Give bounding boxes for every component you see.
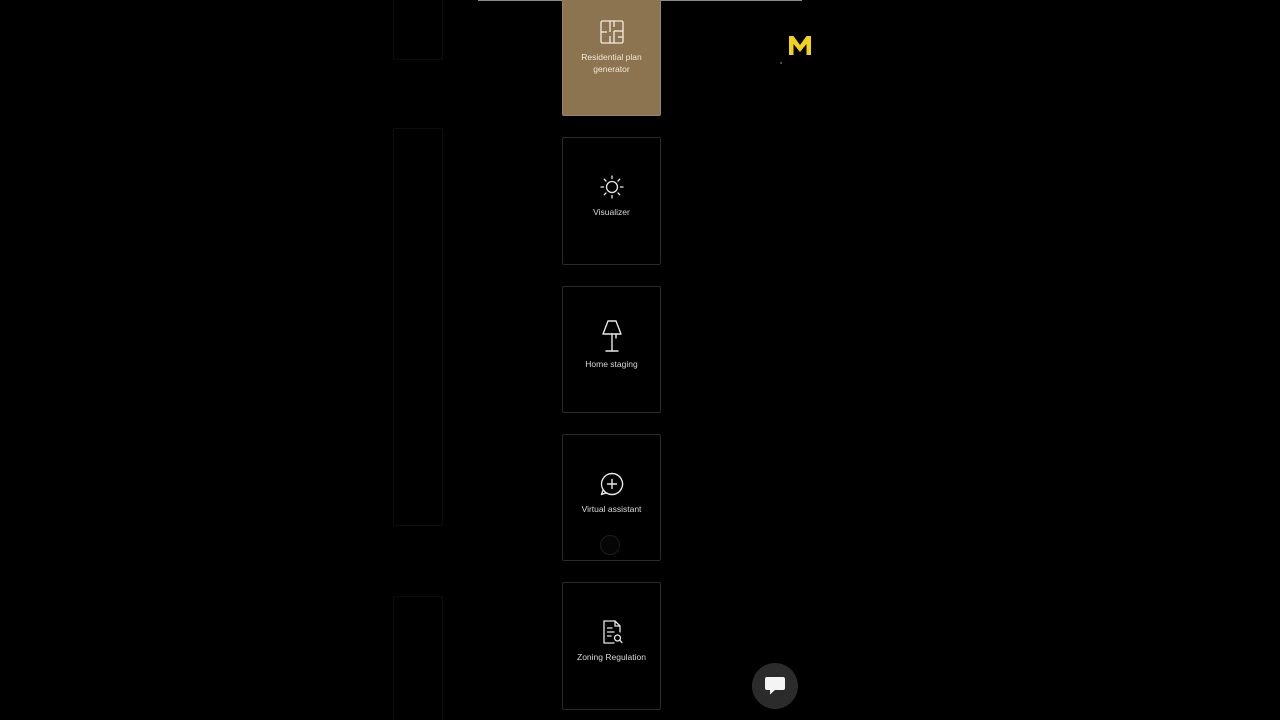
tool-card-visualizer[interactable]: Visualizer xyxy=(562,137,661,265)
tool-label: Home staging xyxy=(585,359,638,369)
m-logo-icon xyxy=(789,36,811,55)
chat-plus-icon xyxy=(599,471,625,497)
background-panel xyxy=(393,596,443,720)
tool-card-home-staging[interactable]: Home staging xyxy=(562,286,661,413)
background-panel xyxy=(393,128,443,526)
background-panel xyxy=(393,0,443,60)
brand-logo[interactable] xyxy=(788,33,812,57)
tool-label: Residential plan generator xyxy=(581,52,642,74)
tool-card-residential-plan-generator[interactable]: Residential plan generator xyxy=(562,0,661,116)
document-search-icon xyxy=(599,619,625,645)
tool-label: Virtual assistant xyxy=(581,504,642,514)
app-stage: Residential plan generator Visualizer Ho… xyxy=(0,0,1280,720)
chat-widget-button[interactable] xyxy=(752,663,798,709)
sun-icon xyxy=(599,174,625,200)
chat-bubble-icon xyxy=(765,677,785,695)
loading-spinner xyxy=(600,535,620,555)
tool-label: Visualizer xyxy=(593,207,630,217)
tool-label: Zoning Regulation xyxy=(577,652,646,662)
cursor-dot xyxy=(780,62,782,64)
floor-plan-icon xyxy=(599,19,625,45)
tool-card-zoning-regulation[interactable]: Zoning Regulation xyxy=(562,582,661,710)
lamp-icon xyxy=(597,318,627,354)
